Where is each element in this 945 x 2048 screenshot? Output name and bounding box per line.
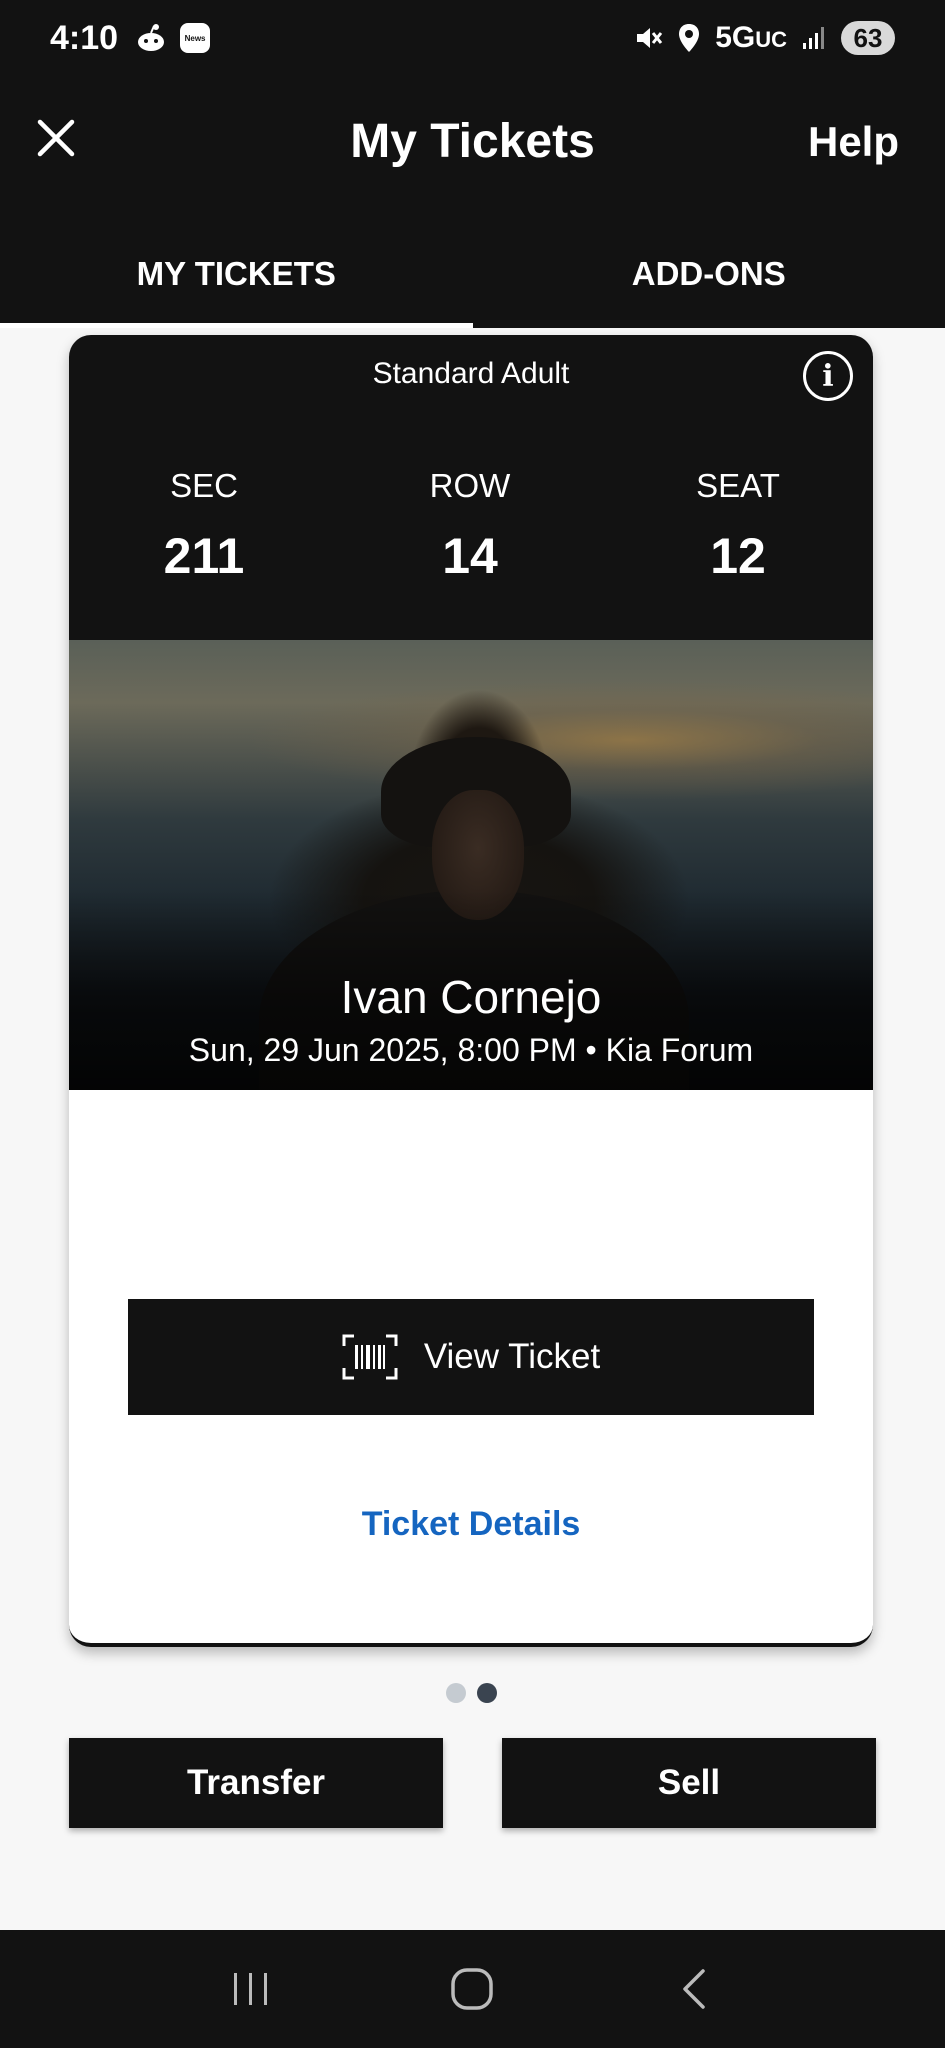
app-header: My Tickets Help (0, 76, 945, 220)
view-ticket-label: View Ticket (423, 1337, 601, 1376)
tab-add-ons[interactable]: ADD-ONS (473, 220, 945, 328)
event-image: Ivan Cornejo Sun, 29 Jun 2025, 8:00 PM •… (69, 640, 873, 1090)
pager-dot-active[interactable] (477, 1683, 497, 1703)
ticket-card: Standard Adult i SEC 211 ROW 14 SEAT 12 … (69, 335, 873, 1647)
pager-dots (446, 1683, 497, 1703)
info-icon[interactable]: i (803, 351, 853, 401)
seat-label: SEAT (696, 467, 780, 504)
row-label: ROW (429, 467, 511, 504)
reddit-icon (138, 24, 165, 51)
recents-button[interactable] (221, 1959, 281, 2019)
status-right: 5GUC 63 (633, 0, 895, 76)
page-title: My Tickets (350, 115, 595, 168)
section-value: 211 (163, 528, 245, 584)
network-label: 5G (715, 21, 756, 54)
recents-icon (233, 1973, 267, 2005)
tab-my-tickets[interactable]: MY TICKETS (0, 220, 473, 328)
event-name: Ivan Cornejo (340, 971, 602, 1023)
ticket-details-link[interactable]: Ticket Details (69, 1505, 873, 1544)
row-value: 14 (442, 528, 498, 584)
section-label: SEC (170, 467, 238, 504)
view-ticket-button[interactable]: View Ticket (128, 1299, 814, 1415)
ticket-type: Standard Adult (372, 357, 570, 390)
event-date-venue: Sun, 29 Jun 2025, 8:00 PM • Kia Forum (188, 1032, 754, 1068)
help-link[interactable]: Help (808, 118, 899, 166)
battery-indicator: 63 (841, 21, 895, 55)
barcode-icon (342, 1334, 398, 1380)
row-info: ROW 14 (370, 467, 570, 585)
pager-dot[interactable] (446, 1683, 466, 1703)
news-icon: News (180, 23, 211, 53)
back-button[interactable] (664, 1959, 724, 2019)
network-suffix: UC (755, 27, 787, 52)
home-button[interactable] (442, 1959, 502, 2019)
network-indicator: 5GUC (715, 21, 787, 55)
seat-value: 12 (710, 528, 766, 584)
home-icon (451, 1968, 494, 2010)
location-icon (679, 24, 700, 52)
ticket-header: Standard Adult i SEC 211 ROW 14 SEAT 12 (69, 335, 873, 640)
section-info: SEC 211 (104, 467, 304, 585)
status-time: 4:10 (50, 18, 119, 57)
system-nav-bar (0, 1930, 945, 2048)
status-bar: 4:10 News 5GUC 63 (0, 0, 945, 76)
mute-icon (637, 28, 663, 48)
back-icon (683, 1969, 705, 2009)
sell-button[interactable]: Sell (502, 1738, 876, 1828)
signal-icon (803, 27, 824, 49)
seat-number-info: SEAT 12 (638, 467, 838, 585)
notification-icons: News (134, 21, 211, 55)
tab-bar: MY TICKETS ADD-ONS (0, 220, 945, 328)
transfer-button[interactable]: Transfer (69, 1738, 443, 1828)
